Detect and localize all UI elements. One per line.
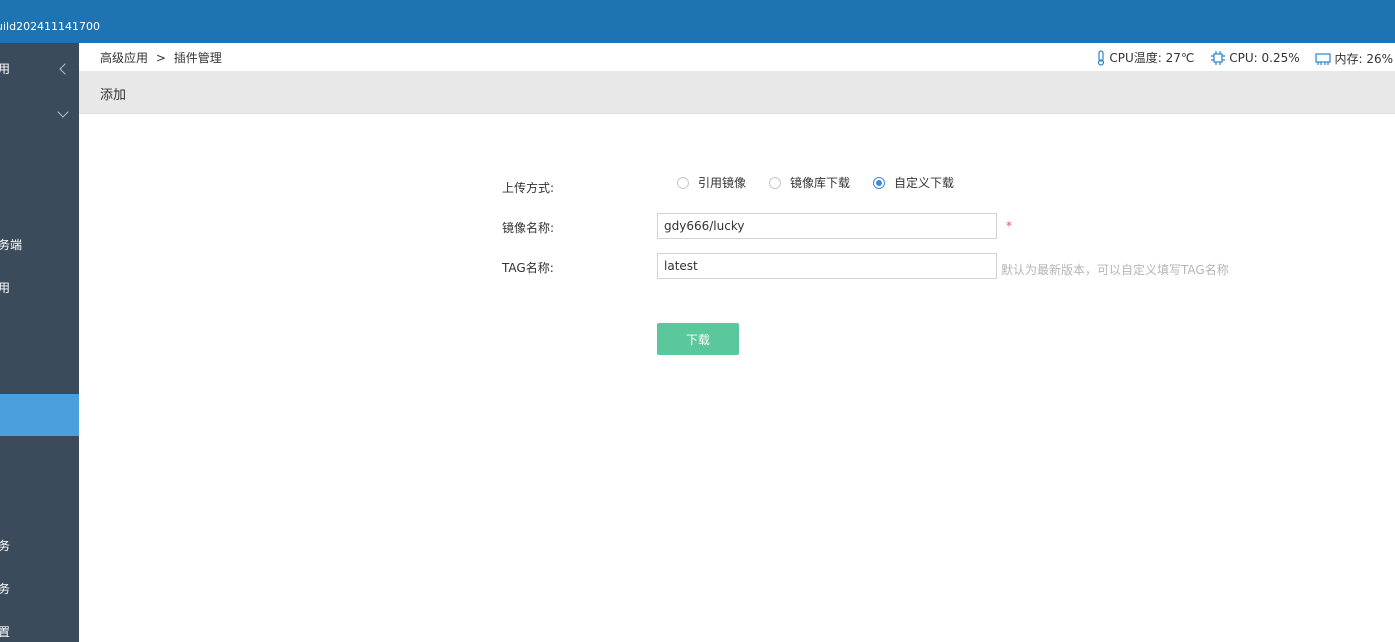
cpu-temp-stat: CPU温度: 27℃ (1096, 49, 1194, 66)
system-stats: CPU温度: 27℃ CPU: 0.25% 内存: 26% (1084, 49, 1393, 69)
sidebar-item-5[interactable]: 务 (0, 580, 10, 597)
radio-circle-icon[interactable] (769, 176, 782, 189)
build-version: uild202411141700 (0, 20, 101, 33)
cpu-stat: CPU: 0.25% (1210, 50, 1300, 66)
radio-label: 引用镜像 (698, 176, 747, 190)
radio-checked-icon[interactable] (873, 176, 886, 189)
radio-label: 镜像库下载 (790, 176, 851, 190)
radio-custom-download[interactable]: 自定义下载 (873, 174, 954, 191)
radio-label: 自定义下载 (894, 176, 955, 190)
chevron-left-icon[interactable] (59, 63, 71, 75)
radio-reference-image[interactable]: 引用镜像 (677, 174, 746, 191)
download-button[interactable]: 下载 (657, 323, 739, 355)
image-name-label: 镜像名称: (502, 221, 555, 235)
memory-icon (1315, 52, 1332, 65)
cpu-value: CPU: 0.25% (1229, 50, 1300, 65)
sidebar-item-6[interactable]: 置 (0, 623, 10, 640)
upload-method-radio-group: 引用镜像 镜像库下载 自定义下载 (677, 174, 977, 191)
chevron-down-icon[interactable] (57, 106, 69, 118)
breadcrumb-bar: 高级应用 > 插件管理 CPU温度: 27℃ CPU: 0.25% 内存: 26… (79, 43, 1395, 71)
sidebar-item-4[interactable]: 务 (0, 537, 10, 554)
sidebar-item-1[interactable]: 用 (0, 60, 10, 77)
page-title: 添加 (100, 88, 127, 103)
sidebar-item-3[interactable]: 用 (0, 279, 10, 296)
sidebar-item-active[interactable] (0, 394, 79, 436)
breadcrumb-separator: > (155, 51, 166, 65)
thermometer-icon (1098, 49, 1105, 66)
sidebar-item-2[interactable]: 务端 (0, 236, 22, 253)
breadcrumb-current: 插件管理 (173, 51, 222, 65)
breadcrumb: 高级应用 > 插件管理 (100, 49, 222, 66)
required-mark: * (1006, 219, 1012, 233)
tag-hint: 默认为最新版本，可以自定义填写TAG名称 (1001, 263, 1229, 277)
upload-method-label: 上传方式: (502, 181, 555, 195)
sidebar: 用 务端 用 务 务 置 (0, 43, 79, 642)
memory-value: 内存: 26% (1334, 52, 1393, 66)
subheader: 添加 (79, 71, 1395, 114)
memory-stat: 内存: 26% (1315, 50, 1393, 67)
cpu-chip-icon (1211, 50, 1226, 65)
top-bar: uild202411141700 (0, 0, 1395, 43)
image-name-input[interactable] (657, 213, 997, 239)
radio-registry-download[interactable]: 镜像库下载 (769, 174, 850, 191)
cpu-temp-value: CPU温度: 27℃ (1109, 51, 1195, 65)
breadcrumb-parent[interactable]: 高级应用 (100, 51, 148, 65)
radio-circle-icon[interactable] (677, 176, 689, 189)
tag-name-input[interactable] (657, 253, 997, 279)
tag-name-label: TAG名称: (502, 261, 554, 275)
